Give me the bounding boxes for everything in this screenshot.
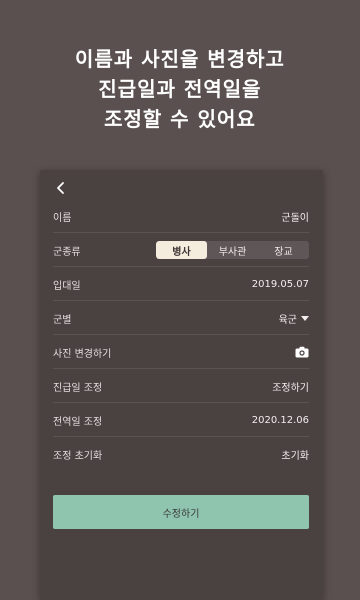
promo-headline: 이름과 사진을 변경하고 진급일과 전역일을 조정할 수 있어요 [0, 44, 360, 134]
branch-type-row: 군종류 병사 부사관 장교 [53, 234, 309, 267]
discharge-row[interactable]: 전역일 조정 2020.12.06 [53, 404, 309, 437]
discharge-date-value[interactable]: 2020.12.06 [252, 415, 309, 426]
reset-link[interactable]: 초기화 [281, 447, 309, 462]
caret-down-icon [301, 315, 309, 321]
back-icon[interactable] [53, 180, 69, 196]
promotion-adjust-link[interactable]: 조정하기 [272, 379, 309, 394]
name-row[interactable]: 이름 군돌이 [53, 200, 309, 233]
enlist-date-row[interactable]: 입대일 2019.05.07 [53, 268, 309, 301]
army-branch-label: 군별 [53, 314, 72, 326]
headline-line-1: 이름과 사진을 변경하고 [75, 47, 285, 71]
discharge-label: 전역일 조정 [53, 416, 103, 428]
screen: 이름과 사진을 변경하고 진급일과 전역일을 조정할 수 있어요 이름 군돌이 … [0, 0, 360, 600]
branch-type-option-soldier[interactable]: 병사 [156, 241, 207, 259]
enlist-date-label: 입대일 [53, 280, 81, 292]
branch-type-label: 군종류 [53, 246, 81, 258]
edit-profile-panel: 이름 군돌이 군종류 병사 부사관 장교 입대일 2019.05.07 군별 육… [40, 170, 323, 600]
reset-row[interactable]: 조정 초기화 초기화 [53, 438, 309, 470]
branch-type-option-nco[interactable]: 부사관 [207, 241, 258, 259]
photo-row[interactable]: 사진 변경하기 [53, 336, 309, 369]
submit-button[interactable]: 수정하기 [53, 495, 309, 529]
promotion-label: 진급일 조정 [53, 382, 103, 394]
camera-icon[interactable] [295, 346, 309, 358]
photo-label: 사진 변경하기 [53, 348, 112, 360]
army-branch-row[interactable]: 군별 육군 [53, 302, 309, 335]
reset-label: 조정 초기화 [53, 450, 103, 462]
army-branch-dropdown[interactable]: 육군 [279, 311, 309, 326]
name-value[interactable]: 군돌이 [281, 209, 309, 224]
army-branch-value: 육군 [278, 314, 297, 326]
branch-type-segmented-control[interactable]: 병사 부사관 장교 [156, 241, 309, 259]
name-label: 이름 [53, 212, 72, 224]
enlist-date-value[interactable]: 2019.05.07 [252, 279, 309, 290]
promotion-row[interactable]: 진급일 조정 조정하기 [53, 370, 309, 403]
headline-line-2: 진급일과 전역일을 [98, 77, 262, 101]
headline-line-3: 조정할 수 있어요 [104, 107, 256, 131]
branch-type-option-officer[interactable]: 장교 [258, 241, 309, 259]
